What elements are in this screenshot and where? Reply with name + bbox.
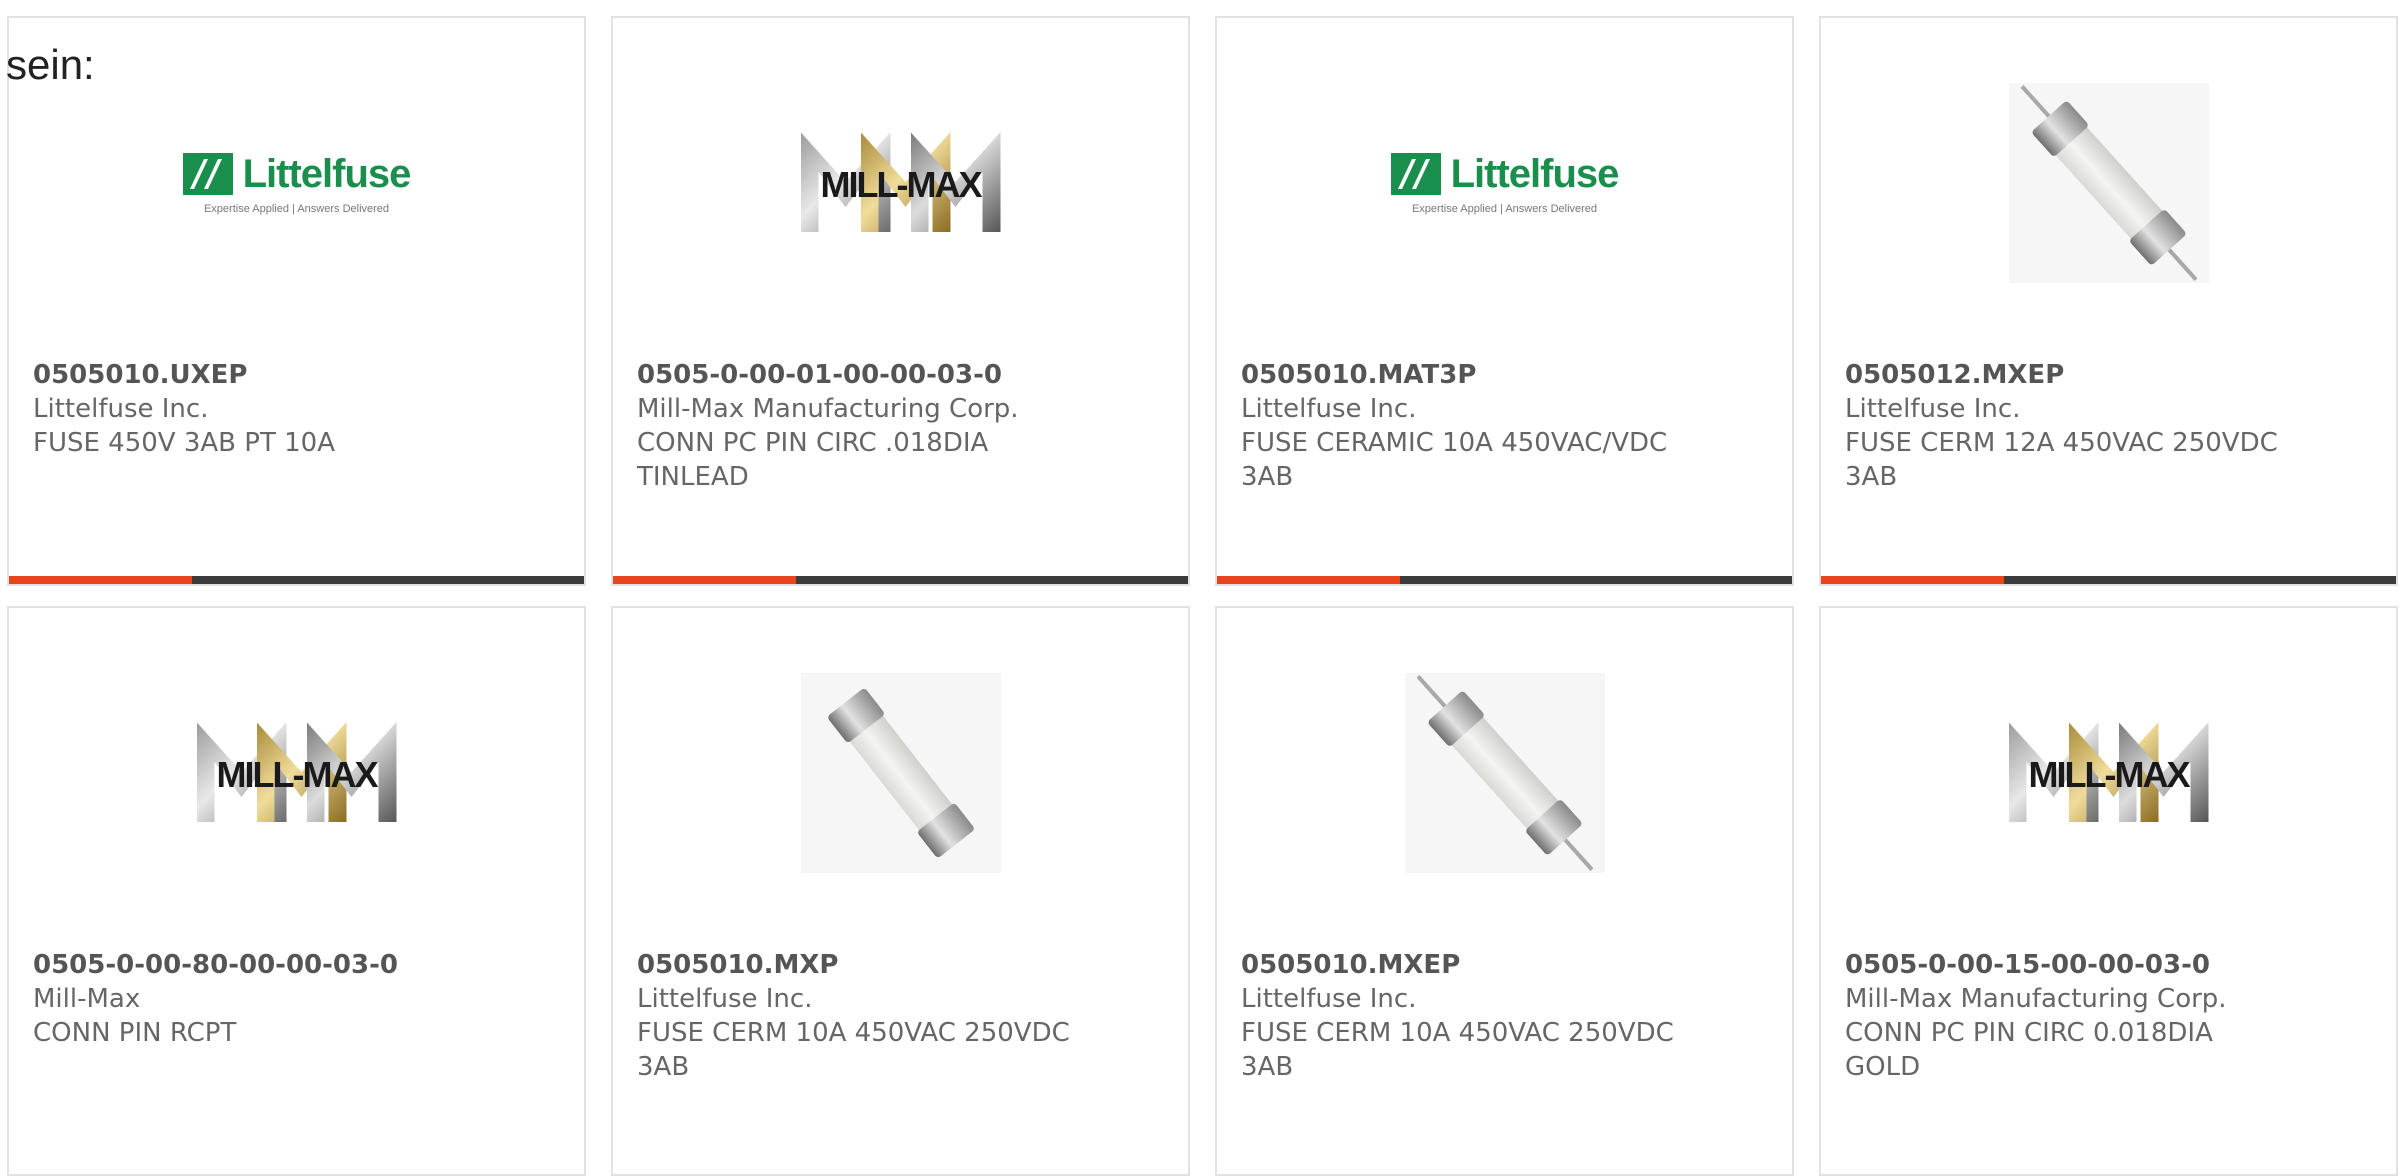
littelfuse-logo-text: Littelfuse	[242, 151, 412, 196]
part-number[interactable]: 0505010.MAT3P	[1241, 358, 1768, 392]
description: CONN PC PIN CIRC 0.018DIA GOLD	[1845, 1018, 2213, 1082]
description: FUSE CERM 10A 450VAC 250VDC 3AB	[637, 1018, 1070, 1082]
fuse-photo	[1404, 673, 1605, 873]
product-image[interactable]	[1821, 68, 2396, 298]
product-image[interactable]: MILL-MAX	[613, 68, 1188, 298]
product-card[interactable]: 0505010.MXEP Littelfuse Inc. FUSE CERM 1…	[1215, 606, 1794, 1176]
fuse-photo	[800, 673, 1001, 873]
part-number[interactable]: 0505010.MXP	[637, 948, 1164, 982]
product-image[interactable]: Littelfuse Expertise Applied | Answers D…	[9, 68, 584, 298]
littelfuse-tagline: Expertise Applied | Answers Delivered	[203, 202, 390, 215]
manufacturer: Littelfuse Inc.	[33, 394, 209, 424]
description: FUSE CERM 10A 450VAC 250VDC 3AB	[1241, 1018, 1674, 1082]
millmax-logo: MILL-MAX	[192, 718, 402, 828]
littelfuse-logo: Littelfuse Expertise Applied | Answers D…	[182, 152, 411, 215]
littelfuse-mark-icon	[182, 153, 233, 195]
manufacturer: Mill-Max	[33, 984, 141, 1014]
product-image[interactable]: MILL-MAX	[9, 658, 584, 888]
fuse-icon	[1416, 675, 1593, 871]
part-number[interactable]: 0505010.UXEP	[33, 358, 560, 392]
card-accent-bar	[1217, 576, 1792, 584]
littelfuse-tagline: Expertise Applied | Answers Delivered	[1411, 202, 1598, 215]
manufacturer: Mill-Max Manufacturing Corp.	[1845, 984, 2227, 1014]
card-accent-bar	[1821, 576, 2396, 584]
fuse-photo	[2008, 83, 2209, 283]
millmax-logo: MILL-MAX	[2004, 718, 2214, 828]
card-accent-bar	[9, 576, 584, 584]
millmax-logo-text: MILL-MAX	[820, 164, 983, 205]
product-image[interactable]: MILL-MAX	[1821, 658, 2396, 888]
product-card[interactable]: Littelfuse Expertise Applied | Answers D…	[1215, 16, 1794, 586]
manufacturer: Littelfuse Inc.	[637, 984, 813, 1014]
product-card[interactable]: Littelfuse Expertise Applied | Answers D…	[7, 16, 586, 586]
product-card[interactable]: MILL-MAX 0505-0-00-01-00-00-03-0 Mill-Ma…	[611, 16, 1190, 586]
fuse-icon	[2020, 85, 2197, 281]
littelfuse-mark-icon	[1390, 153, 1441, 195]
littelfuse-logo: Littelfuse Expertise Applied | Answers D…	[1390, 152, 1619, 215]
product-image[interactable]	[613, 658, 1188, 888]
part-number[interactable]: 0505-0-00-15-00-00-03-0	[1845, 948, 2372, 982]
description: CONN PC PIN CIRC .018DIA TINLEAD	[637, 428, 989, 492]
part-number[interactable]: 0505-0-00-80-00-00-03-0	[33, 948, 560, 982]
product-card[interactable]: MILL-MAX 0505-0-00-15-00-00-03-0 Mill-Ma…	[1819, 606, 2398, 1176]
millmax-logo-text: MILL-MAX	[2028, 754, 2191, 795]
card-accent-bar	[613, 576, 1188, 584]
manufacturer: Mill-Max Manufacturing Corp.	[637, 394, 1019, 424]
fuse-icon	[826, 687, 975, 859]
millmax-logo: MILL-MAX	[796, 128, 1006, 238]
product-image[interactable]: Littelfuse Expertise Applied | Answers D…	[1217, 68, 1792, 298]
millmax-logo-text: MILL-MAX	[216, 754, 379, 795]
part-number[interactable]: 0505-0-00-01-00-00-03-0	[637, 358, 1164, 392]
description: CONN PIN RCPT	[33, 1018, 237, 1048]
description: FUSE 450V 3AB PT 10A	[33, 428, 335, 458]
manufacturer: Littelfuse Inc.	[1241, 984, 1417, 1014]
manufacturer: Littelfuse Inc.	[1241, 394, 1417, 424]
manufacturer: Littelfuse Inc.	[1845, 394, 2021, 424]
product-card[interactable]: 0505012.MXEP Littelfuse Inc. FUSE CERM 1…	[1819, 16, 2398, 586]
description: FUSE CERM 12A 450VAC 250VDC 3AB	[1845, 428, 2278, 492]
product-card[interactable]: MILL-MAX 0505-0-00-80-00-00-03-0 Mill-Ma…	[7, 606, 586, 1176]
product-grid: Littelfuse Expertise Applied | Answers D…	[7, 16, 2398, 1176]
part-number[interactable]: 0505012.MXEP	[1845, 358, 2372, 392]
product-image[interactable]	[1217, 658, 1792, 888]
part-number[interactable]: 0505010.MXEP	[1241, 948, 1768, 982]
product-card[interactable]: 0505010.MXP Littelfuse Inc. FUSE CERM 10…	[611, 606, 1190, 1176]
intro-text: sein:	[6, 41, 95, 88]
description: FUSE CERAMIC 10A 450VAC/VDC 3AB	[1241, 428, 1668, 492]
littelfuse-logo-text: Littelfuse	[1450, 151, 1620, 196]
